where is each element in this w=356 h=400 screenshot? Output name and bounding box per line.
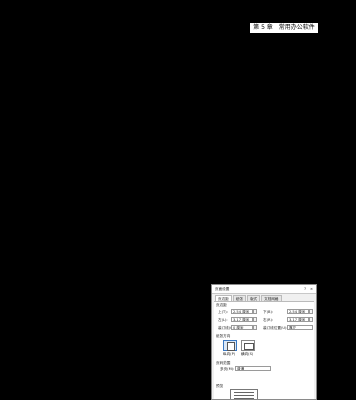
margins-row-left-right: 左(L): 3.17 厘米 右(R): 3.17 厘米 <box>217 317 313 323</box>
right-margin-label: 右(R): <box>263 318 274 322</box>
orientation-section-label: 纸张方向 <box>216 334 231 338</box>
help-button[interactable]: ? <box>304 285 306 293</box>
landscape-icon <box>244 343 254 350</box>
right-margin-input[interactable]: 3.17 厘米 <box>287 317 309 322</box>
gutter-position-select[interactable]: 靠左 <box>287 325 313 330</box>
margins-panel: 页边距 上(T): 2.54 厘米 下(B): 2.54 厘米 左(L): 3.… <box>214 301 314 399</box>
top-margin-label: 上(T): <box>218 310 228 314</box>
gutter-input[interactable]: 0 厘米 <box>231 325 253 330</box>
page-preview <box>230 389 258 399</box>
right-margin-spinner[interactable] <box>309 317 313 322</box>
dialog-titlebar: 页面设置 ? × <box>212 285 316 294</box>
bottom-margin-label: 下(B): <box>263 310 274 314</box>
gutter-position-label: 装订线位置(U): <box>263 326 288 330</box>
pages-row: 多页(M): 普通 <box>217 366 312 372</box>
chapter-tag: 第 5 章 常用办公软件 <box>250 23 318 33</box>
left-margin-label: 左(L): <box>218 318 228 322</box>
orientation-row: 纵向(P) 横向(S) <box>217 340 312 360</box>
preview-section-label: 预览 <box>216 384 224 388</box>
portrait-label: 纵向(P) <box>223 352 236 356</box>
left-margin-spinner[interactable] <box>253 317 257 322</box>
top-margin-input[interactable]: 2.54 厘米 <box>231 309 253 314</box>
multiple-pages-label: 多页(M): <box>220 367 235 371</box>
gutter-spinner[interactable] <box>253 325 257 330</box>
page-setup-dialog: 页面设置 ? × 页边距 纸张 版式 文档网格 页边距 上(T): 2.54 厘… <box>211 284 317 400</box>
left-margin-input[interactable]: 3.17 厘米 <box>231 317 253 322</box>
margins-section-label: 页边距 <box>216 303 227 307</box>
margins-row-gutter: 装订线(G): 0 厘米 装订线位置(U): 靠左 <box>217 325 313 331</box>
bottom-margin-input[interactable]: 2.54 厘米 <box>287 309 309 314</box>
margins-row-top-bottom: 上(T): 2.54 厘米 下(B): 2.54 厘米 <box>217 309 313 315</box>
bottom-margin-spinner[interactable] <box>309 309 313 314</box>
landscape-label: 横向(S) <box>241 352 254 356</box>
portrait-icon <box>227 342 235 351</box>
landscape-option[interactable] <box>241 340 255 351</box>
portrait-option[interactable] <box>223 340 237 351</box>
top-margin-spinner[interactable] <box>253 309 257 314</box>
multiple-pages-select[interactable]: 普通 <box>235 366 271 371</box>
dialog-title: 页面设置 <box>215 287 230 291</box>
close-button[interactable]: × <box>310 285 313 293</box>
